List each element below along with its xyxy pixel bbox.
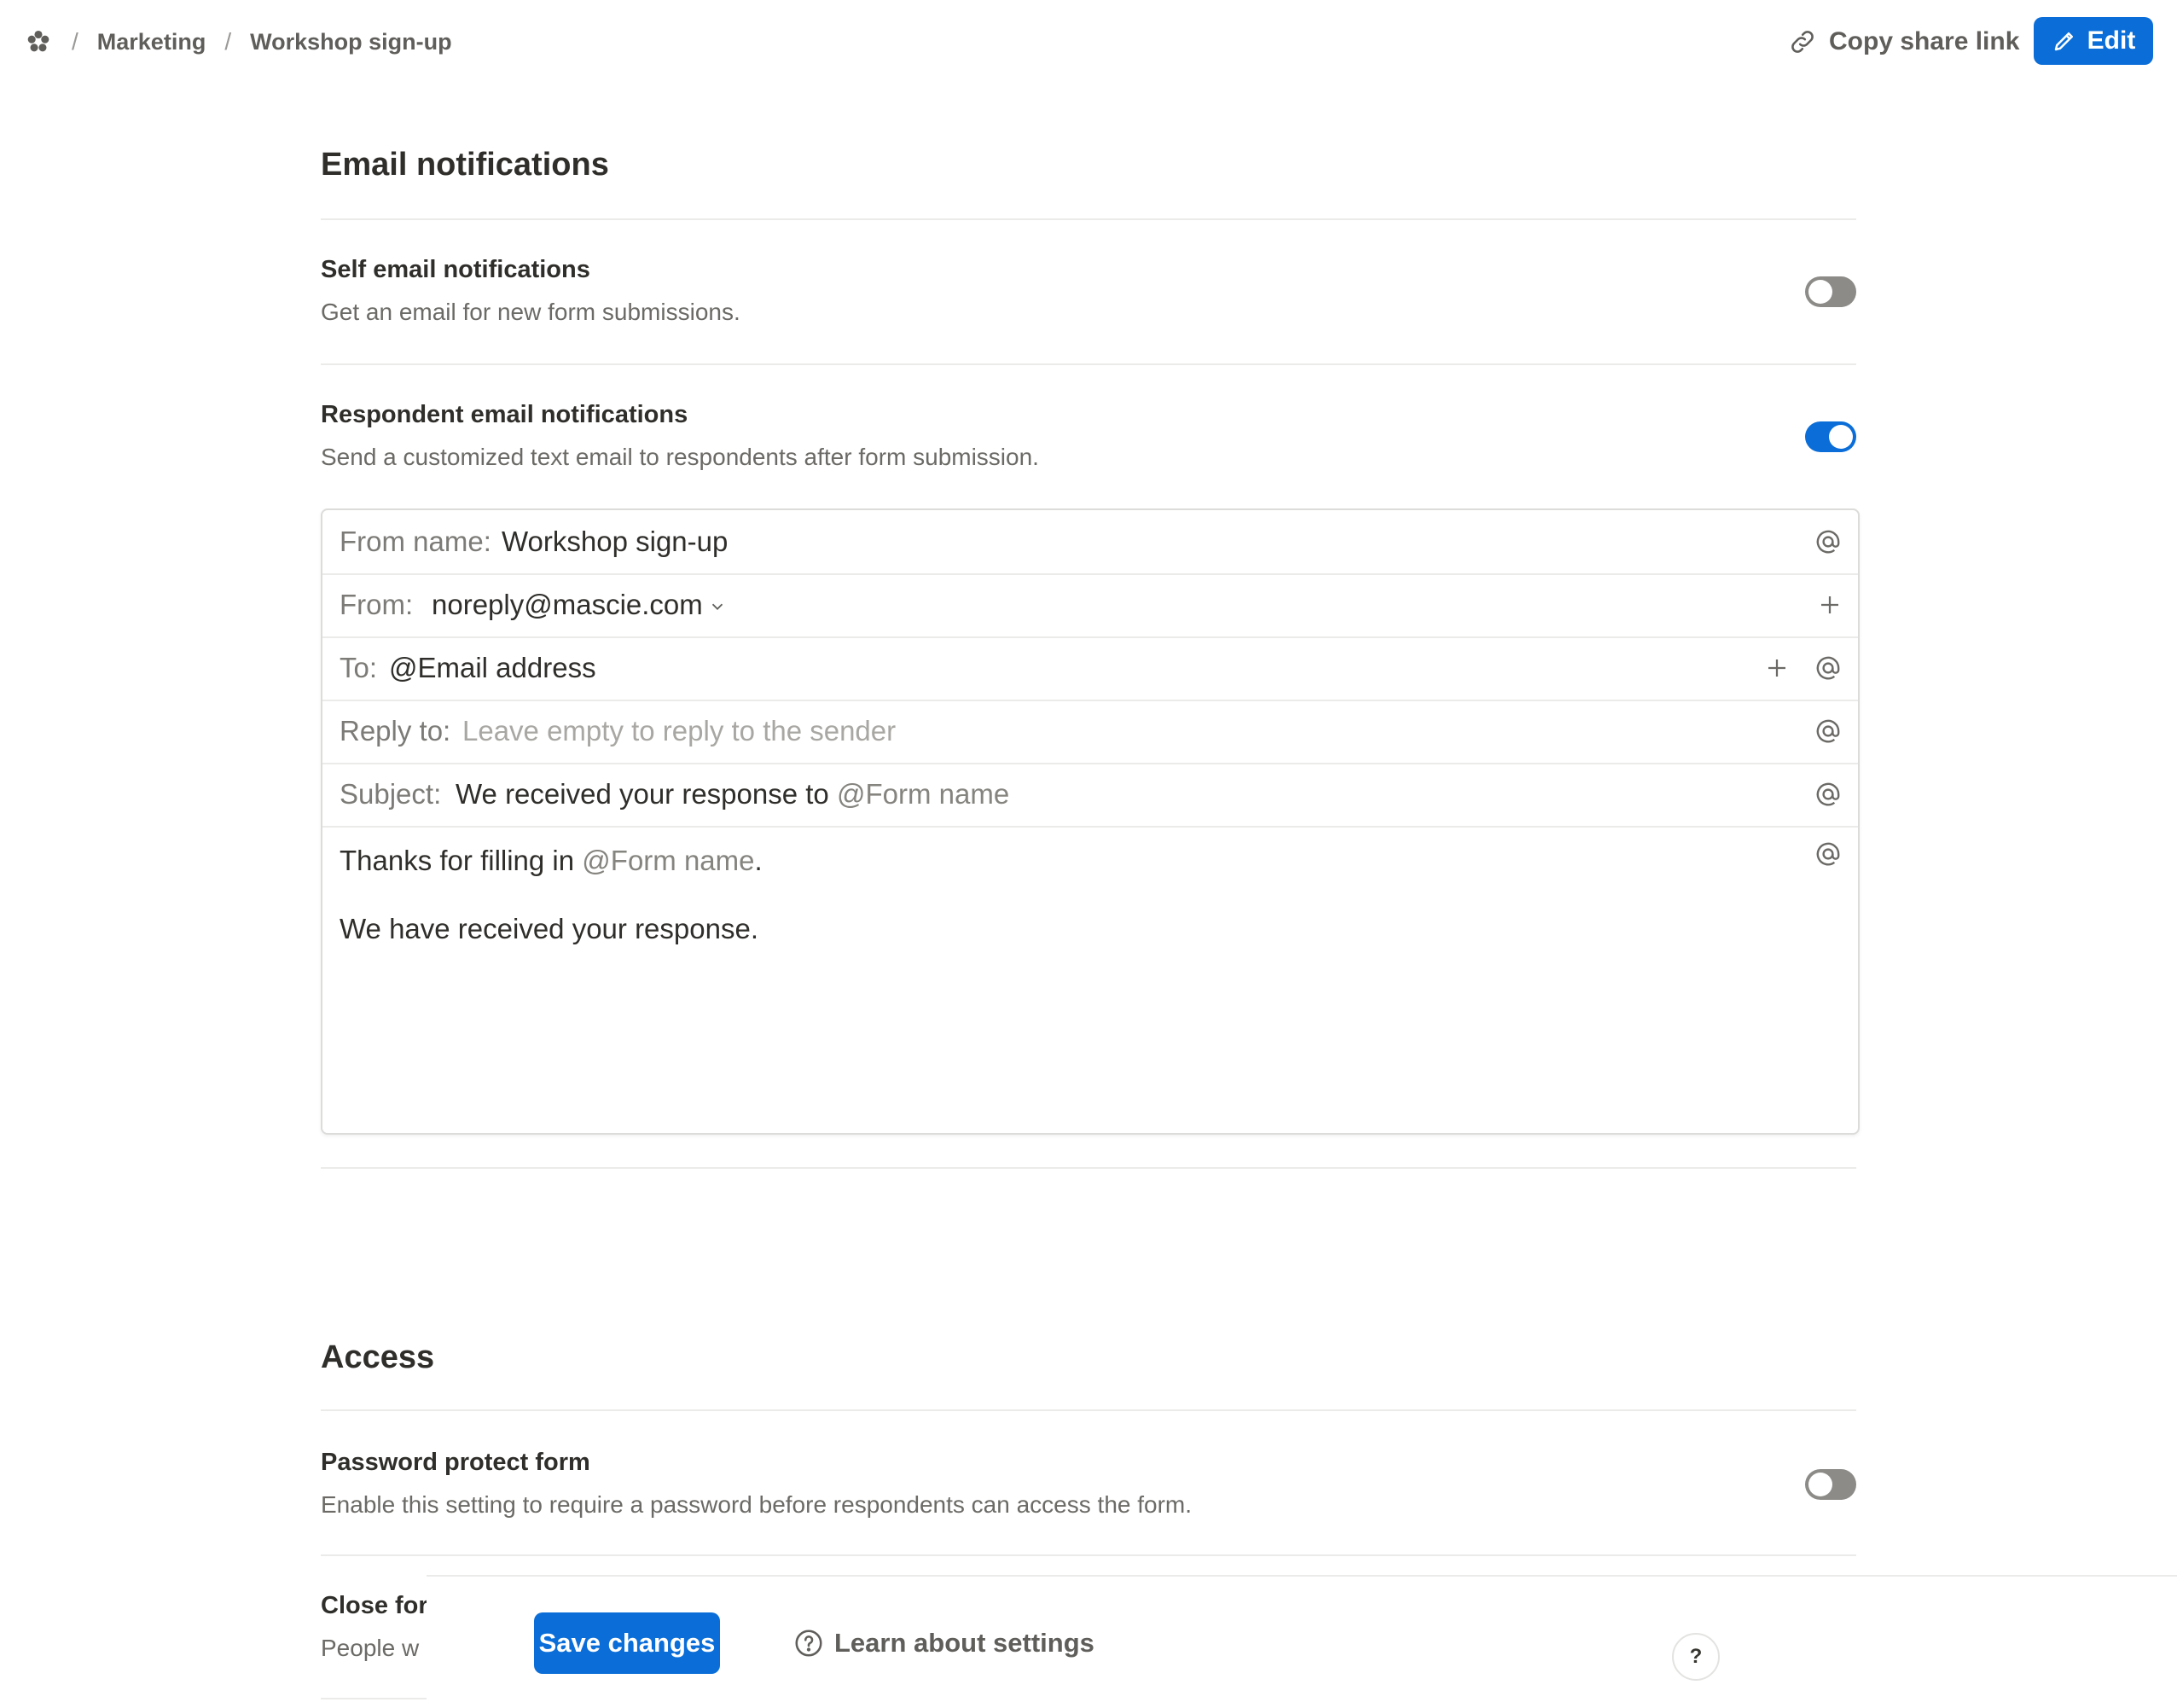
subject-row[interactable]: Subject: We received your response to @F… (322, 763, 1858, 828)
learn-about-settings-link[interactable]: Learn about settings (793, 1621, 1094, 1665)
from-name-row[interactable]: From name: Workshop sign-up (322, 510, 1858, 575)
self-notifications-description: Get an email for new form submissions. (321, 299, 740, 325)
copy-share-link-label: Copy share link (1829, 27, 2020, 55)
respondent-notifications-label: Respondent email notifications (321, 401, 688, 428)
body-line-1: Thanks for filling in @Form name. (340, 845, 763, 877)
self-notifications-toggle[interactable] (1805, 276, 1856, 307)
edit-button[interactable]: Edit (2034, 17, 2153, 65)
password-protect-description: Enable this setting to require a passwor… (321, 1491, 1193, 1518)
help-button[interactable]: ? (1672, 1633, 1720, 1681)
body-period: . (754, 845, 763, 876)
learn-about-settings-label: Learn about settings (834, 1628, 1094, 1658)
respondent-notifications-toggle[interactable] (1805, 421, 1856, 452)
breadcrumb: / Marketing / Workshop sign-up (24, 24, 452, 60)
breadcrumb-item-form[interactable]: Workshop sign-up (250, 29, 452, 55)
save-changes-button[interactable]: Save changes (534, 1612, 720, 1674)
breadcrumb-item-marketing[interactable]: Marketing (97, 29, 206, 55)
link-icon (1788, 27, 1817, 56)
pencil-icon (2052, 28, 2077, 54)
bottom-action-bar: Save changes Learn about settings (427, 1575, 2177, 1708)
at-mention-icon[interactable] (1814, 527, 1843, 556)
from-name-input[interactable]: Workshop sign-up (502, 526, 728, 558)
subject-label: Subject: (340, 778, 442, 810)
at-mention-icon[interactable] (1814, 780, 1843, 809)
divider (321, 1409, 1856, 1411)
subject-input[interactable]: We received your response to @Form name (456, 778, 1009, 810)
access-title: Access (321, 1339, 435, 1375)
at-mention-icon[interactable] (1814, 717, 1843, 746)
divider (321, 1554, 1856, 1556)
toggle-knob (1808, 1473, 1832, 1496)
reply-to-input[interactable]: Leave empty to reply to the sender (462, 715, 896, 747)
close-form-label: Close for (321, 1592, 428, 1619)
at-mention-icon[interactable] (1814, 654, 1843, 683)
email-notifications-title: Email notifications (321, 147, 609, 183)
workspace-logo-icon[interactable] (24, 27, 53, 56)
to-label: To: (340, 652, 378, 683)
form-name-mention: @Form name (582, 845, 755, 876)
to-row[interactable]: To: @Email address (322, 636, 1858, 701)
body-line-2: We have received your response. (340, 913, 758, 944)
email-body-editor[interactable]: Thanks for filling in @Form name. We hav… (322, 826, 1858, 1131)
from-label: From: (340, 589, 414, 620)
breadcrumb-separator: / (72, 28, 78, 55)
divider (321, 218, 1856, 220)
respondent-notifications-description: Send a customized text email to responde… (321, 444, 1039, 470)
password-protect-toggle[interactable] (1805, 1469, 1856, 1500)
from-value: noreply@mascie.com (432, 589, 703, 620)
reply-to-label: Reply to: (340, 715, 451, 747)
self-notifications-label: Self email notifications (321, 256, 590, 283)
breadcrumb-separator: / (224, 28, 232, 55)
divider (321, 1167, 1856, 1169)
edit-label: Edit (2087, 26, 2136, 55)
from-row: From: noreply@mascie.com (322, 573, 1858, 638)
top-bar: / Marketing / Workshop sign-up Copy shar… (0, 0, 2177, 84)
divider (321, 1698, 427, 1699)
chevron-down-icon (708, 597, 727, 616)
divider (321, 363, 1856, 365)
form-name-mention: @Form name (836, 778, 1010, 810)
to-recipient-mention[interactable]: @Email address (389, 652, 596, 684)
at-mention-icon[interactable] (1814, 839, 1843, 869)
password-protect-label: Password protect form (321, 1449, 590, 1476)
from-select[interactable]: noreply@mascie.com (432, 589, 727, 621)
from-name-label: From name: (340, 526, 491, 557)
respondent-email-editor: From name: Workshop sign-up From: norepl… (321, 508, 1860, 1135)
add-recipient-plus-icon[interactable] (1764, 655, 1790, 681)
toggle-knob (1829, 425, 1853, 449)
copy-share-link-button[interactable]: Copy share link (1788, 24, 2019, 60)
body-text: Thanks for filling in (340, 845, 575, 876)
subject-text: We received your response to (456, 778, 829, 810)
toggle-knob (1808, 280, 1832, 304)
reply-to-row[interactable]: Reply to: Leave empty to reply to the se… (322, 700, 1858, 764)
add-from-plus-icon[interactable] (1817, 592, 1843, 618)
close-form-description: People w (321, 1635, 420, 1661)
question-circle-icon (793, 1628, 824, 1659)
